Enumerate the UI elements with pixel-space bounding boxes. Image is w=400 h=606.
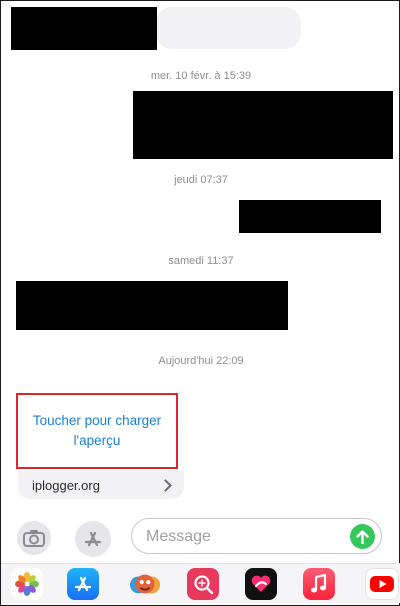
composer-row <box>1 517 400 557</box>
digital-touch-app-button[interactable] <box>245 568 277 600</box>
memoji-app-button[interactable] <box>129 568 161 600</box>
apps-button[interactable] <box>75 521 111 557</box>
image-search-icon <box>194 575 214 595</box>
photos-icon <box>15 572 39 596</box>
message-input[interactable] <box>146 526 346 548</box>
redacted-block <box>133 91 393 159</box>
message-bubble-received <box>156 7 301 49</box>
messages-screen: mer. 10 févr. à 15:39 jeudi 07:37 samedi… <box>0 0 400 606</box>
link-preview-card[interactable]: Toucher pour charger l'aperçu <box>16 393 178 469</box>
arrow-up-icon <box>356 529 369 544</box>
app-store-icon <box>74 576 92 592</box>
memoji-icon <box>129 574 161 594</box>
redacted-block <box>16 281 288 330</box>
redacted-block <box>239 200 381 233</box>
redacted-block <box>11 7 157 50</box>
message-field[interactable] <box>131 518 382 554</box>
timestamp: samedi 11:37 <box>168 255 234 267</box>
timestamp: mer. 10 févr. à 15:39 <box>150 70 252 82</box>
timestamp: jeudi 07:37 <box>174 174 228 186</box>
camera-icon <box>23 530 45 547</box>
image-search-app-button[interactable] <box>187 568 219 600</box>
link-preview-footer[interactable]: iplogger.org <box>18 471 184 499</box>
music-app-button[interactable] <box>303 568 335 600</box>
app-drawer <box>1 563 400 603</box>
app-store-icon <box>84 531 102 547</box>
link-domain: iplogger.org <box>32 477 100 493</box>
photos-app-button[interactable] <box>11 568 43 600</box>
timestamp: Aujourd'hui 22:09 <box>158 355 244 367</box>
tap-to-load-preview-link[interactable]: Toucher pour charger l'aperçu <box>22 411 172 451</box>
send-button[interactable] <box>350 524 375 549</box>
music-icon <box>311 574 327 593</box>
youtube-app-button[interactable] <box>365 568 399 600</box>
chevron-right-icon <box>159 478 172 492</box>
digital-touch-icon <box>251 575 271 592</box>
youtube-icon <box>370 576 394 592</box>
app-store-app-button[interactable] <box>67 568 99 600</box>
camera-button[interactable] <box>17 521 51 555</box>
